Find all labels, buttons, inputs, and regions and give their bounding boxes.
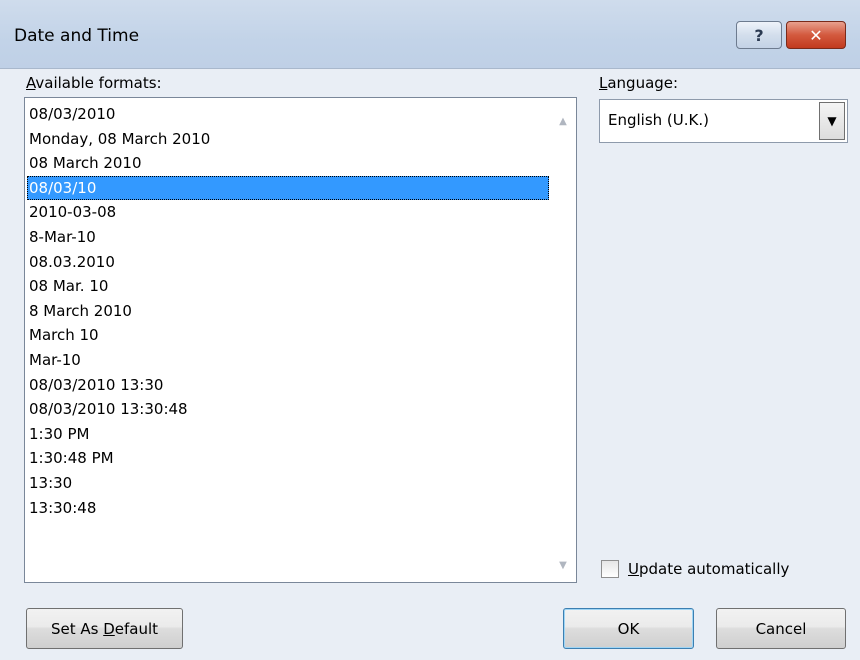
close-icon: ✕ [809,25,823,45]
format-list-item[interactable]: 08/03/2010 13:30:48 [27,397,549,422]
format-list-item[interactable]: 08 March 2010 [27,151,549,176]
set-as-default-label: Set As Default [51,620,158,638]
close-button[interactable]: ✕ [786,21,846,49]
format-list-item[interactable]: 2010-03-08 [27,200,549,225]
scroll-up-icon[interactable]: ▲ [550,110,576,132]
available-formats-list[interactable]: 08/03/2010 Monday, 08 March 2010 08 March … [24,97,577,583]
update-automatically-checkbox[interactable] [601,560,619,578]
ok-label: OK [617,619,640,638]
update-automatically-label: Update automatically [628,560,789,578]
available-formats-label: Available formats: [26,74,162,92]
format-list-item[interactable]: March 10 [27,323,549,348]
format-list-item[interactable]: 13:30 [27,471,549,496]
available-formats-label-key: A [26,74,36,92]
cancel-label: Cancel [755,619,807,638]
help-icon: ? [754,25,764,45]
update-automatically-label-key: U [628,560,639,578]
format-list-item[interactable]: Monday, 08 March 2010 [27,127,549,152]
vertical-scrollbar[interactable]: ▲ ▼ [550,98,576,582]
language-label-rest: anguage: [607,74,679,92]
format-list-item[interactable]: 1:30:48 PM [27,446,549,471]
format-list-item[interactable]: 08/03/2010 13:30 [27,373,549,398]
format-list-item[interactable]: Mar-10 [27,348,549,373]
language-dropdown-button[interactable]: ▼ [819,102,845,140]
format-list-item[interactable]: 8-Mar-10 [27,225,549,250]
window-title: Date and Time [14,26,140,46]
language-select-value: English (U.K.) [608,111,709,129]
format-list-item[interactable]: 08 Mar. 10 [27,274,549,299]
update-automatically-label-rest: pdate automatically [638,560,790,578]
cancel-button[interactable]: Cancel [716,608,846,649]
help-button[interactable]: ? [736,21,782,49]
set-as-default-pre: Set As [50,619,104,638]
format-list-item[interactable]: 8 March 2010 [27,299,549,324]
format-list-item[interactable]: 08.03.2010 [27,250,549,275]
chevron-down-icon: ▼ [827,114,837,128]
format-list-item[interactable]: 13:30:48 [27,496,549,521]
format-list-item[interactable]: 08/03/10 [27,175,549,201]
available-formats-label-rest: vailable formats: [35,74,162,92]
language-label: Language: [599,74,678,92]
format-list-item[interactable]: 1:30 PM [27,422,549,447]
update-automatically-option[interactable]: Update automatically [601,560,789,578]
format-list-items: 08/03/2010 Monday, 08 March 2010 08 March … [27,102,549,520]
title-bar[interactable]: Date and Time ? ✕ [0,0,860,69]
format-list-item[interactable]: 08/03/2010 [27,102,549,127]
scroll-down-icon[interactable]: ▼ [550,554,576,576]
set-as-default-post: efault [114,619,159,638]
set-as-default-button[interactable]: Set As Default [26,608,183,649]
language-select[interactable]: English (U.K.) ▼ [599,99,848,143]
ok-button[interactable]: OK [563,608,694,649]
set-as-default-key: D [103,619,115,638]
